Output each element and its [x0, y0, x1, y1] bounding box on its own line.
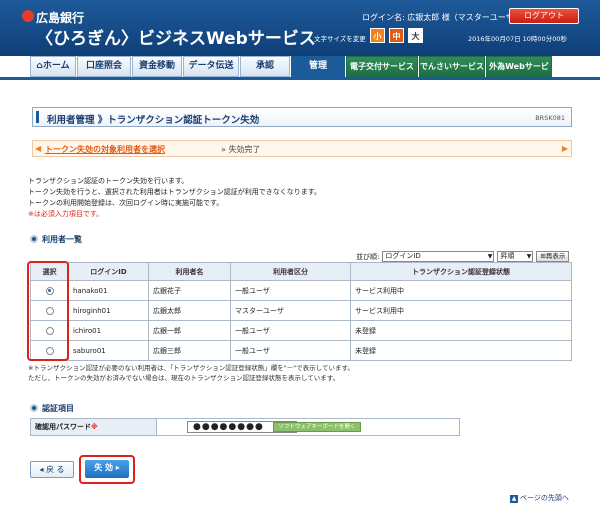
step-next: » 失効完了 — [221, 145, 261, 154]
auth-status-cell: サービス利用中 — [350, 300, 572, 321]
tab-densai[interactable]: でんさいサービス — [419, 56, 485, 77]
column-header: トランザクション認証登録状態 — [350, 262, 572, 281]
page-title: 利用者管理 》トランザクション認証トークン失効 — [47, 115, 260, 126]
font-size-medium-button[interactable]: 中 — [389, 28, 404, 43]
auth-section-title: 認証項目 — [30, 403, 74, 414]
table-header-row: 選択 ログインID 利用者名 利用者区分 トランザクション認証登録状態 — [30, 262, 572, 281]
header: 広島銀行 〈ひろぎん〉ビジネスWebサービス ログイン名: 広銀太郎 様（マスタ… — [0, 0, 600, 56]
login-id-cell: saburo01 — [68, 340, 149, 361]
column-header: 利用者区分 — [230, 262, 351, 281]
required-note: ※は必須入力項目です。 — [28, 210, 104, 218]
auth-row: 確認用パスワード※ ●●●●●●●● ソフトウェアキーボードを開く — [30, 418, 460, 436]
login-id-cell: hanako01 — [68, 280, 149, 301]
description: トランザクション認証のトークン失効を行います。 トークン失効を行うと、選択された… — [28, 177, 322, 218]
tab-account-inquiry[interactable]: 口座照会 — [77, 56, 131, 77]
tab-electronic-delivery[interactable]: 電子交付サービス — [346, 56, 418, 77]
reshow-button[interactable]: ⊞再表示 — [536, 251, 570, 262]
step-left-arrow-icon: ◀ — [35, 144, 42, 153]
nav-divider — [0, 77, 600, 80]
login-name: ログイン名: 広銀太郎 様（マスターユーザ） — [362, 13, 522, 22]
user-name-cell: 広銀花子 — [148, 280, 231, 301]
step-right-arrow-icon: ▶ — [561, 144, 568, 153]
service-name: 〈ひろぎん〉ビジネスWebサービス — [36, 29, 316, 49]
column-header: ログインID — [68, 262, 149, 281]
auth-status-cell: サービス利用中 — [350, 280, 572, 301]
user-type-cell: マスターユーザ — [230, 300, 351, 321]
table-row[interactable]: saburo01 広銀三郎 一般ユーザ 未登録 — [30, 340, 572, 361]
table-row[interactable]: hanako01 広銀花子 一般ユーザ サービス利用中 — [30, 280, 572, 301]
back-button[interactable]: ◂ 戻 る — [30, 461, 74, 478]
user-name-cell: 広銀一郎 — [148, 320, 231, 341]
font-size-large-button[interactable]: 大 — [408, 28, 423, 43]
auth-status-cell: 未登録 — [350, 320, 572, 341]
column-header: 利用者名 — [148, 262, 231, 281]
tab-approval[interactable]: 承認 — [240, 56, 290, 77]
bank-logo-mark-icon — [22, 10, 34, 22]
table-row[interactable]: hiroginh01 広銀太郎 マスターユーザ サービス利用中 — [30, 300, 572, 321]
logout-button[interactable]: ログアウト — [509, 8, 579, 24]
login-id-cell: hiroginh01 — [68, 300, 149, 321]
user-type-cell: 一般ユーザ — [230, 340, 351, 361]
tab-forex-web[interactable]: 外為Webサービス — [486, 56, 552, 90]
sort-field-select[interactable]: ログインID ▼ — [382, 251, 495, 262]
page-title-box: 利用者管理 》トランザクション認証トークン失効 BRSK081 — [32, 107, 572, 127]
table-notes: ※トランザクション認証が必要のない利用者は、「トランザクション認証登録状態」欄を… — [28, 364, 354, 382]
users-table: 選択 ログインID 利用者名 利用者区分 トランザクション認証登録状態 hana… — [30, 262, 572, 361]
tab-fund-transfer[interactable]: 資金移動 — [132, 56, 182, 77]
users-section-title: 利用者一覧 — [30, 234, 82, 245]
highlight-execute-button — [79, 455, 135, 484]
font-size-small-button[interactable]: 小 — [370, 28, 385, 43]
section-bullet-icon — [30, 235, 38, 243]
user-type-cell: 一般ユーザ — [230, 280, 351, 301]
user-type-cell: 一般ユーザ — [230, 320, 351, 341]
login-id-cell: ichiro01 — [68, 320, 149, 341]
sort-controls: 並び順: ログインID ▼ 昇順 ▼ ⊞再表示 — [356, 251, 570, 262]
step-current: トークン失効の対象利用者を選択 — [45, 145, 165, 154]
sort-label: 並び順: — [356, 252, 380, 261]
tab-home[interactable]: ⌂ホーム — [30, 56, 76, 77]
software-keyboard-button[interactable]: ソフトウェアキーボードを開く — [273, 422, 361, 432]
login-datetime: 2016年00月07日 10時00分00秒 — [468, 35, 567, 43]
chevron-down-icon: ▼ — [526, 253, 532, 260]
auth-status-cell: 未登録 — [350, 340, 572, 361]
password-label: 確認用パスワード※ — [31, 419, 157, 435]
arrow-up-icon: ▲ — [510, 495, 518, 503]
screen-id: BRSK081 — [535, 114, 565, 122]
user-name-cell: 広銀太郎 — [148, 300, 231, 321]
main-nav: ⌂ホーム 口座照会 資金移動 データ伝送 承認 管理 電子交付サービス でんさい… — [30, 56, 570, 90]
tab-management[interactable]: 管理 — [291, 56, 345, 77]
page-top-link[interactable]: ▲ ページの先頭へ — [510, 493, 569, 503]
section-bullet-icon — [30, 404, 38, 412]
highlight-select-column — [27, 261, 69, 361]
step-indicator: ◀ トークン失効の対象利用者を選択 » 失効完了 ▶ — [32, 140, 572, 157]
table-row[interactable]: ichiro01 広銀一郎 一般ユーザ 未登録 — [30, 320, 572, 341]
font-size-label: 文字サイズを変更 — [314, 35, 366, 43]
user-name-cell: 広銀三郎 — [148, 340, 231, 361]
chevron-down-icon: ▼ — [487, 253, 493, 260]
tab-data-transmission[interactable]: データ伝送 — [183, 56, 239, 77]
sort-order-select[interactable]: 昇順 ▼ — [497, 251, 534, 262]
